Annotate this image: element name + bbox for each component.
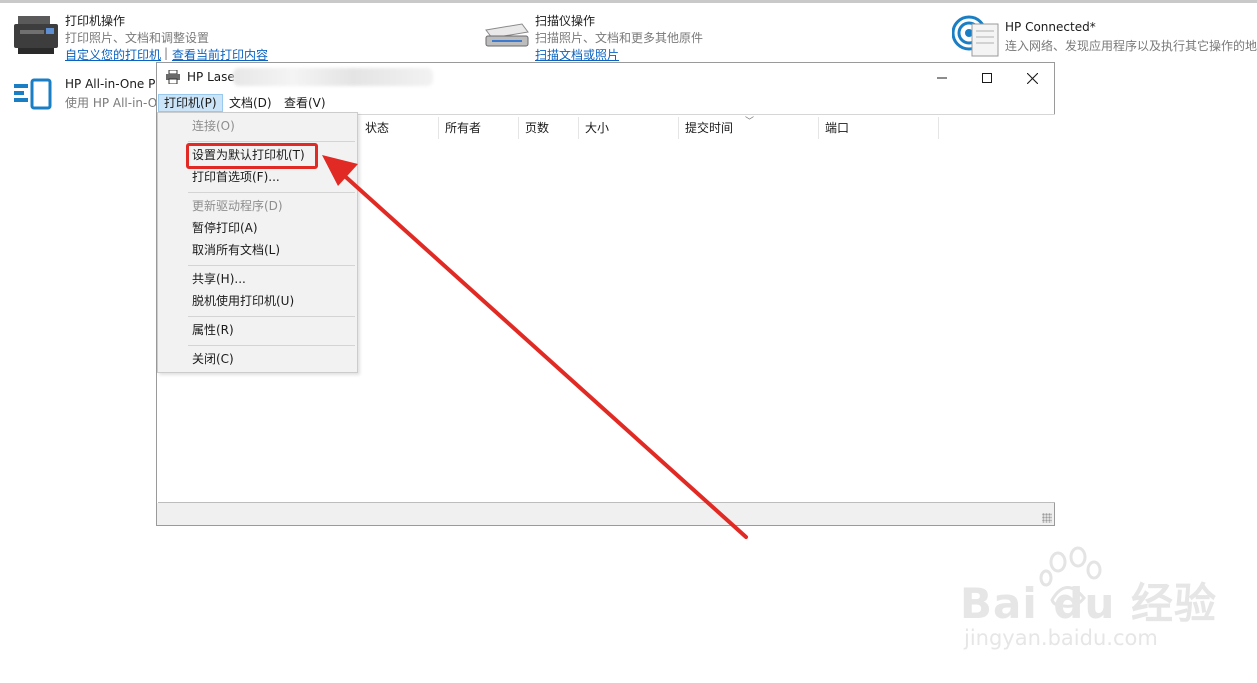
status-bar [157,503,1054,525]
hp-connected-icon [951,12,1000,61]
close-icon [1026,72,1038,84]
title-bar[interactable]: HP Lase [157,63,1054,93]
printer-actions-tile: 打印机操作 打印照片、文档和调整设置 自定义您的打印机 | 查看当前打印内容 [0,0,420,70]
menu-item-update-driver[interactable]: 更新驱动程序(D) [159,195,356,217]
menu-item-pause-printing[interactable]: 暂停打印(A) [159,217,356,239]
column-status[interactable]: 状态 [359,117,439,139]
menu-separator [188,265,355,266]
menu-item-preferences[interactable]: 打印首选项(F)... [159,166,356,188]
column-port[interactable]: 端口 [819,117,939,139]
hp-allinone-tile: HP All-in-One P 使用 HP All-in-O [0,70,160,115]
menu-separator [188,192,355,193]
hp-allinone-subtitle: 使用 HP All-in-O [65,96,158,110]
scan-document-link[interactable]: 扫描文档或照片 [535,46,619,63]
minimize-button[interactable] [919,63,965,93]
sort-chevron-icon: ﹀ [745,117,755,127]
menu-document[interactable]: 文档(D) [224,94,277,112]
menu-separator [188,316,355,317]
column-owner[interactable]: 所有者 [439,117,519,139]
scanner-actions-tile: 扫描仪操作 扫描照片、文档和更多其他原件 扫描文档或照片 [480,0,800,70]
column-size[interactable]: 大小 [579,117,679,139]
scanner-icon [482,22,530,55]
printer-menu-dropdown: 连接(O) 设置为默认打印机(T) 打印首选项(F)... 更新驱动程序(D) … [157,112,358,373]
scanner-actions-title: 扫描仪操作 [535,14,596,28]
hp-allinone-title: HP All-in-One P [65,77,156,91]
menu-item-sharing[interactable]: 共享(H)... [159,268,356,290]
menu-item-use-offline[interactable]: 脱机使用打印机(U) [159,290,356,312]
minimize-icon [937,77,947,79]
menu-item-properties[interactable]: 属性(R) [159,319,356,341]
view-printing-link[interactable]: 查看当前打印内容 [172,46,268,63]
hp-connected-subtitle: 连入网络、发现应用程序以及执行其它操作的地 [1005,39,1257,53]
menu-item-connect[interactable]: 连接(O) [159,115,356,137]
watermark-url: jingyan.baidu.com [964,626,1158,650]
mobile-printing-icon [14,78,54,113]
menu-item-cancel-all[interactable]: 取消所有文档(L) [159,239,356,261]
maximize-icon [982,73,992,83]
resize-grip-icon[interactable] [1042,513,1052,523]
maximize-button[interactable] [964,63,1010,93]
menu-printer[interactable]: 打印机(P) [158,94,223,112]
printer-icon [12,14,60,61]
menu-item-set-default[interactable]: 设置为默认打印机(T) [159,144,356,166]
close-button[interactable] [1009,63,1055,93]
menu-view[interactable]: 查看(V) [279,94,331,112]
blurred-title-area [233,68,433,86]
window-title: HP Lase [187,70,235,84]
menu-separator [188,345,355,346]
menu-separator [188,141,355,142]
watermark-brand: Bai du 经验 [960,579,1217,628]
hp-connected-tile: HP Connected* 连入网络、发现应用程序以及执行其它操作的地 [950,0,1257,70]
printer-actions-title: 打印机操作 [65,14,126,28]
menu-item-close[interactable]: 关闭(C) [159,348,356,370]
menu-bar: 打印机(P) 文档(D) 查看(V) [157,93,1054,113]
baidu-jingyan-watermark: Bai du 经验 jingyan.baidu.com [960,546,1216,656]
link-separator: | [164,46,169,60]
column-pages[interactable]: 页数 [519,117,579,139]
printer-small-icon [165,69,181,87]
customize-printer-link[interactable]: 自定义您的打印机 [65,46,161,63]
paw-logo-icon [1039,546,1102,608]
scanner-actions-subtitle: 扫描照片、文档和更多其他原件 [535,31,704,45]
hp-connected-title: HP Connected* [1005,20,1096,34]
printer-actions-subtitle: 打印照片、文档和调整设置 [65,31,210,45]
